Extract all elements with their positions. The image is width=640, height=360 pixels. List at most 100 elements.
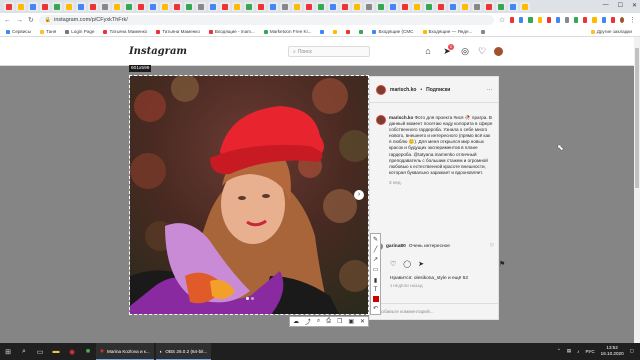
- task-view-icon[interactable]: ▭: [32, 343, 48, 360]
- reload-icon[interactable]: ↻: [28, 16, 34, 24]
- add-comment-input[interactable]: Добавьте комментарий...: [378, 310, 434, 315]
- profile-avatar-icon[interactable]: [619, 17, 624, 23]
- browser-tab[interactable]: [400, 2, 410, 11]
- like-icon[interactable]: ♡: [390, 260, 396, 268]
- browser-tab[interactable]: [88, 2, 98, 11]
- comment-author[interactable]: garina80: [386, 244, 406, 249]
- bookmark-item[interactable]: Татьяна Маменко: [156, 29, 200, 34]
- browser-tab[interactable]: [520, 2, 530, 11]
- browser-tab[interactable]: [340, 2, 350, 11]
- activity-icon[interactable]: ♡: [477, 46, 487, 56]
- chevron-up-icon[interactable]: ⌃: [557, 348, 561, 354]
- browser-tab[interactable]: [4, 2, 14, 11]
- taskbar-app-obs[interactable]: ◐ OBS 26.0.2 (64-bit...: [155, 343, 212, 360]
- minimize-button[interactable]: —: [603, 2, 609, 9]
- browser-tab[interactable]: [196, 2, 206, 11]
- home-icon[interactable]: ⌂: [423, 46, 433, 56]
- browser-tab[interactable]: [244, 2, 254, 11]
- extension-icon[interactable]: [601, 17, 606, 23]
- browser-tab[interactable]: [472, 2, 482, 11]
- caption-avatar[interactable]: [376, 115, 386, 125]
- browser-tab[interactable]: [76, 2, 86, 11]
- bookmark-item[interactable]: Татьяна Маменко: [103, 29, 147, 34]
- forward-icon[interactable]: →: [16, 17, 23, 24]
- bookmark-item[interactable]: [346, 29, 351, 34]
- browser-tab[interactable]: [460, 2, 470, 11]
- post-photo[interactable]: [129, 75, 369, 315]
- volume-icon[interactable]: ♪: [577, 349, 579, 354]
- browser-tab[interactable]: [184, 2, 194, 11]
- bookmark-item[interactable]: [481, 29, 486, 34]
- browser-tab[interactable]: [436, 2, 446, 11]
- follow-status[interactable]: Подписки: [426, 87, 450, 93]
- browser-tab[interactable]: [352, 2, 362, 11]
- browser-tab[interactable]: [316, 2, 326, 11]
- like-comment-icon[interactable]: ♡: [490, 244, 494, 249]
- rectangle-icon[interactable]: ▭: [373, 266, 379, 273]
- language-indicator[interactable]: РУС: [585, 349, 594, 354]
- browser-tab[interactable]: [292, 2, 302, 11]
- next-photo-icon[interactable]: ›: [354, 190, 364, 200]
- extension-icon[interactable]: [510, 17, 515, 23]
- browser-tab[interactable]: [112, 2, 122, 11]
- search-input[interactable]: ⌕ Поиск: [288, 46, 370, 57]
- clock[interactable]: 13:52 16.10.2020: [601, 345, 624, 357]
- search-icon[interactable]: ⌕: [16, 343, 32, 360]
- other-bookmarks[interactable]: Другие закладки: [590, 29, 632, 34]
- browser-tab[interactable]: [220, 2, 230, 11]
- browser-tab[interactable]: [16, 2, 26, 11]
- browser-tab[interactable]: [424, 2, 434, 11]
- browser-tab[interactable]: [64, 2, 74, 11]
- extension-icon[interactable]: [592, 17, 597, 23]
- browser-tab[interactable]: [52, 2, 62, 11]
- bookmark-item[interactable]: [359, 29, 364, 34]
- extension-icon[interactable]: [519, 17, 524, 23]
- extension-icon[interactable]: [546, 17, 551, 23]
- browser-tab[interactable]: [484, 2, 494, 11]
- explorer-icon[interactable]: ▬: [48, 343, 64, 360]
- browser-tab[interactable]: [280, 2, 290, 11]
- scrollbar-thumb[interactable]: [635, 48, 639, 188]
- arrow-icon[interactable]: ↗: [373, 256, 378, 263]
- browser-tab[interactable]: [268, 2, 278, 11]
- extension-icon[interactable]: [610, 17, 615, 23]
- browser-tab[interactable]: [388, 2, 398, 11]
- browser-tab[interactable]: [304, 2, 314, 11]
- back-icon[interactable]: ←: [4, 17, 11, 24]
- author-name[interactable]: marisch.ko: [390, 87, 416, 93]
- taskbar-app-chrome[interactable]: ◉ Marina Kozlova и к...: [96, 343, 154, 360]
- bookmark-item[interactable]: Marketoon Free Ki...: [263, 29, 311, 34]
- browser-tab[interactable]: [136, 2, 146, 11]
- browser-tab[interactable]: [376, 2, 386, 11]
- extension-icon[interactable]: [574, 17, 579, 23]
- browser-tab[interactable]: [148, 2, 158, 11]
- share-icon[interactable]: ➤: [418, 260, 424, 268]
- save-icon[interactable]: ⚑: [499, 260, 505, 268]
- bookmark-item[interactable]: Сервисы: [6, 29, 31, 34]
- browser-tab[interactable]: [100, 2, 110, 11]
- marker-icon[interactable]: ▮: [374, 277, 377, 284]
- bookmark-item[interactable]: [320, 29, 325, 34]
- browser-tab[interactable]: [160, 2, 170, 11]
- close-icon[interactable]: ✕: [360, 318, 365, 325]
- browser-tab[interactable]: [412, 2, 422, 11]
- chrome-icon[interactable]: ◉: [64, 343, 80, 360]
- maximize-button[interactable]: ☐: [618, 2, 623, 9]
- browser-tab[interactable]: [28, 2, 38, 11]
- browser-tab[interactable]: [124, 2, 134, 11]
- bookmark-item[interactable]: Входящие (CMC: [372, 29, 414, 34]
- browser-tab[interactable]: [328, 2, 338, 11]
- likes-text[interactable]: Нравится: olesikona_style и ещё 53: [390, 276, 468, 281]
- notifications-icon[interactable]: ▢: [630, 348, 634, 354]
- extension-icon[interactable]: [555, 17, 560, 23]
- author-avatar[interactable]: [376, 84, 386, 95]
- star-icon[interactable]: ☆: [499, 16, 505, 24]
- browser-tab[interactable]: [496, 2, 506, 11]
- extension-icon[interactable]: [565, 17, 570, 23]
- more-options-icon[interactable]: ···: [487, 87, 492, 93]
- comment-icon[interactable]: ◯: [403, 260, 411, 268]
- browser-tab[interactable]: [364, 2, 374, 11]
- color-swatch-icon[interactable]: [372, 296, 379, 303]
- app-icon[interactable]: ■: [80, 343, 96, 360]
- browser-tab[interactable]: [208, 2, 218, 11]
